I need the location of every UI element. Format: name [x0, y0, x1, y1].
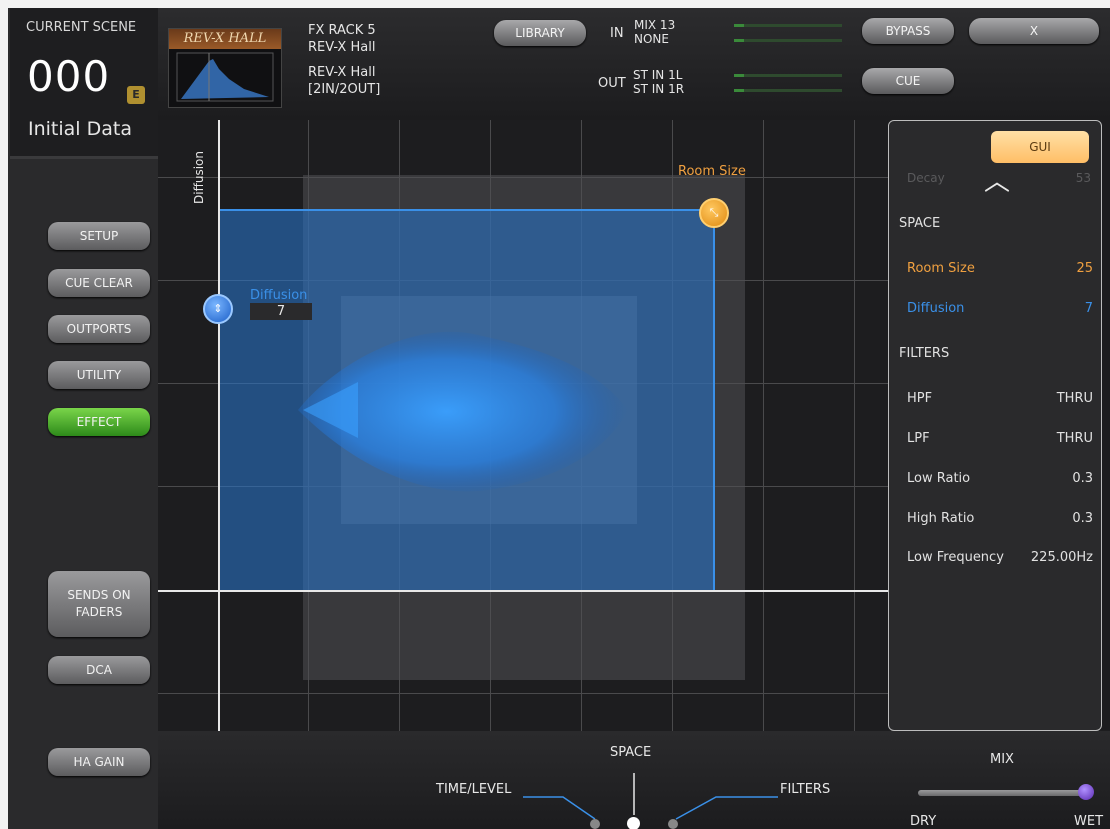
left-sidebar: CURRENT SCENE 000 E Initial Data SETUP C… [8, 8, 158, 829]
high-ratio-value: 0.3 [1072, 511, 1093, 526]
output-dest-1: ST IN 1L [633, 68, 683, 82]
room-size-row[interactable]: Room Size 25 [907, 261, 1093, 276]
high-ratio-label: High Ratio [907, 511, 975, 526]
out-label: OUT [598, 76, 626, 91]
fx-name-label: REV-X Hall [308, 65, 376, 80]
scene-edit-badge: E [127, 86, 145, 104]
filters-heading: FILTERS [899, 346, 950, 361]
high-ratio-row[interactable]: High Ratio 0.3 [907, 511, 1093, 526]
input-meter-1 [734, 24, 842, 27]
diffusion-label: Diffusion [907, 301, 965, 316]
diffusion-handle[interactable]: ⇕ [203, 294, 233, 324]
space-heading: SPACE [899, 216, 941, 231]
bypass-button[interactable]: BYPASS [862, 18, 954, 44]
cue-button[interactable]: CUE [862, 68, 954, 94]
effect-button[interactable]: EFFECT [48, 408, 150, 436]
in-label: IN [610, 26, 624, 41]
close-button[interactable]: X [969, 18, 1099, 44]
low-ratio-label: Low Ratio [907, 471, 971, 486]
space-graph[interactable]: Diffusion Room Size ⤡ ⇕ Diffusion 7 [158, 120, 888, 731]
room-size-handle-label: Room Size [678, 164, 746, 179]
output-patch[interactable]: ST IN 1L ST IN 1R [633, 68, 684, 96]
effect-editor-window: CURRENT SCENE 000 E Initial Data SETUP C… [8, 8, 1110, 829]
page-dot-time-level[interactable] [590, 819, 600, 829]
y-axis-line [218, 120, 220, 731]
sends-on-faders-button[interactable]: SENDS ON FADERS [48, 571, 150, 637]
fx-rack-label: FX RACK 5 [308, 23, 376, 38]
diffusion-handle-value: 7 [250, 303, 312, 320]
input-meter-2 [734, 39, 842, 42]
lpf-label: LPF [907, 431, 930, 446]
cue-clear-button[interactable]: CUE CLEAR [48, 269, 150, 297]
low-ratio-value: 0.3 [1072, 471, 1093, 486]
dry-label: DRY [910, 814, 937, 829]
hpf-value: THRU [1056, 391, 1093, 406]
x-axis-line [158, 590, 888, 592]
low-frequency-row[interactable]: Low Frequency 225.00Hz [907, 550, 1093, 565]
lpf-value: THRU [1056, 431, 1093, 446]
effect-graph-thumbnail-icon [176, 52, 274, 102]
room-size-value: 25 [1076, 261, 1093, 276]
diffusion-value: 7 [1084, 301, 1093, 316]
page-dot-space[interactable] [627, 817, 640, 829]
fx-type-label: REV-X Hall [308, 40, 376, 55]
input-source-2: NONE [634, 32, 669, 46]
parameter-panel[interactable]: Decay 53 GUI ︿ SPACE Room Size 25 Diffus… [888, 120, 1102, 731]
library-button[interactable]: LIBRARY [494, 20, 586, 46]
outports-button[interactable]: OUTPORTS [48, 315, 150, 343]
mix-slider-knob[interactable] [1078, 784, 1094, 800]
input-patch[interactable]: MIX 13 NONE [634, 18, 675, 46]
scene-number: 000 [27, 52, 111, 101]
input-source-1: MIX 13 [634, 18, 676, 32]
reflection-cloud-visual [298, 331, 628, 492]
resize-icon: ⤡ [709, 206, 719, 219]
utility-button[interactable]: UTILITY [48, 361, 150, 389]
diffusion-row[interactable]: Diffusion 7 [907, 301, 1093, 316]
page-connector-lines [523, 773, 778, 820]
bottom-bar: SPACE TIME/LEVEL FILTERS MIX DRY WET [158, 731, 1110, 829]
output-meter-1 [734, 74, 842, 77]
effect-thumbnail[interactable]: REV-X HALL [168, 28, 282, 108]
lpf-row[interactable]: LPF THRU [907, 431, 1093, 446]
room-size-handle[interactable]: ⤡ [699, 198, 729, 228]
scene-name: Initial Data [28, 118, 132, 140]
room-size-label: Room Size [907, 261, 975, 276]
dca-button[interactable]: DCA [48, 656, 150, 684]
low-frequency-value: 225.00Hz [1030, 550, 1093, 565]
current-scene-display[interactable]: CURRENT SCENE 000 E Initial Data [10, 8, 158, 159]
effect-thumbnail-title: REV-X HALL [169, 29, 281, 49]
effect-info: FX RACK 5 REV-X Hall REV-X Hall [2IN/2OU… [308, 22, 380, 98]
gui-button[interactable]: GUI [991, 131, 1089, 163]
decay-value: 53 [1075, 171, 1091, 185]
mix-label: MIX [990, 752, 1014, 767]
effect-header: REV-X HALL FX RACK 5 REV-X Hall REV-X Ha… [158, 8, 1110, 120]
page-dot-filters[interactable] [668, 819, 678, 829]
decay-label: Decay [907, 171, 945, 185]
chevron-up-icon[interactable]: ︿ [984, 161, 1010, 198]
hpf-label: HPF [907, 391, 933, 406]
wet-label: WET [1074, 814, 1104, 829]
ha-gain-button[interactable]: HA GAIN [48, 748, 150, 776]
y-axis-title: Diffusion [192, 151, 206, 204]
hpf-row[interactable]: HPF THRU [907, 391, 1093, 406]
output-meter-2 [734, 89, 842, 92]
setup-button[interactable]: SETUP [48, 222, 150, 250]
up-down-arrows-icon: ⇕ [213, 302, 223, 315]
mix-slider-track[interactable] [918, 790, 1088, 796]
scene-label: CURRENT SCENE [26, 20, 137, 35]
output-dest-2: ST IN 1R [633, 82, 685, 96]
fx-io-label: [2IN/2OUT] [308, 82, 381, 97]
diffusion-handle-label: Diffusion [250, 288, 308, 303]
low-ratio-row[interactable]: Low Ratio 0.3 [907, 471, 1093, 486]
low-frequency-label: Low Frequency [907, 550, 1004, 565]
